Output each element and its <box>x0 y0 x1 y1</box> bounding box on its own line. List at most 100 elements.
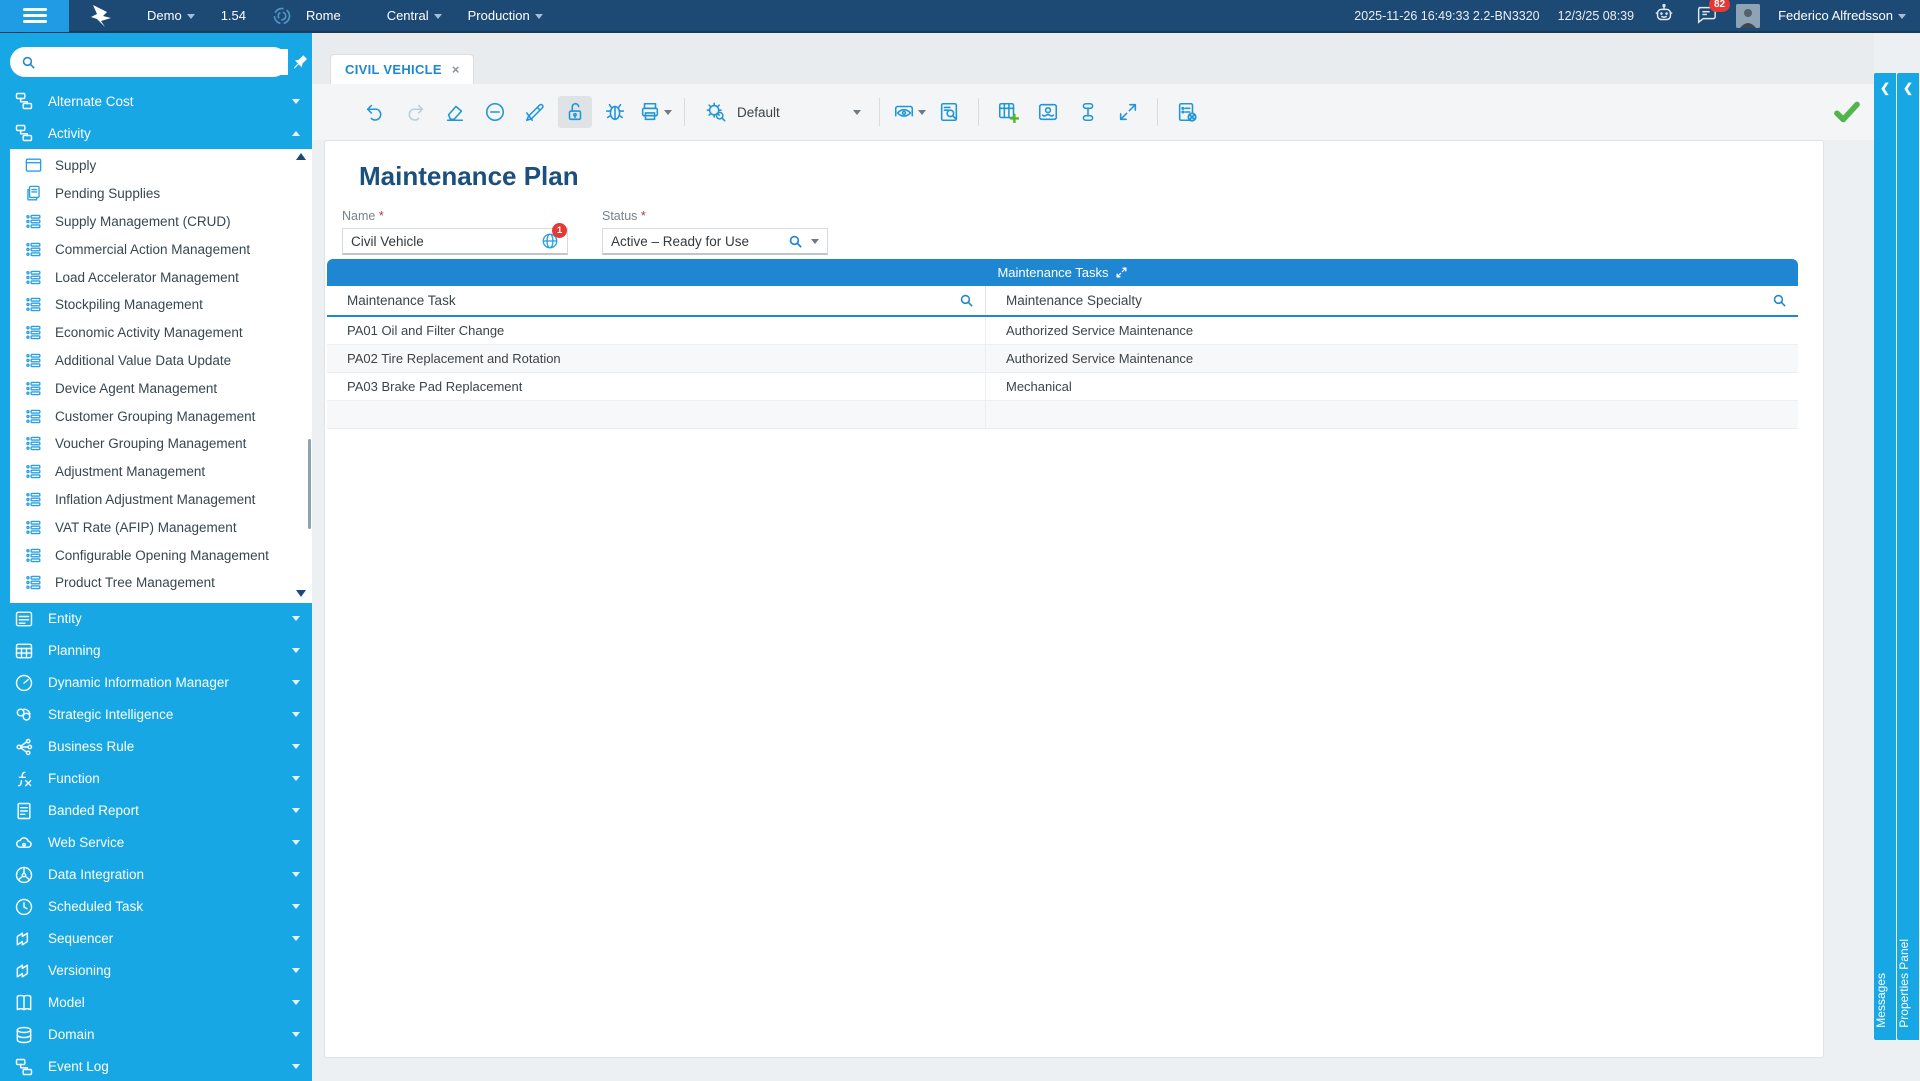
submenu-item-adjustment-management[interactable]: Adjustment Management <box>10 458 312 486</box>
submenu-item-load-accelerator-management[interactable]: Load Accelerator Management <box>10 263 312 291</box>
submenu-item-configurable-opening-management[interactable]: Configurable Opening Management <box>10 541 312 569</box>
server-selector[interactable]: Central <box>387 8 442 23</box>
sidebar-group-activity[interactable]: Activity <box>0 117 312 149</box>
fx-icon <box>14 769 34 789</box>
scroll-up-icon[interactable] <box>296 153 306 160</box>
fullscreen-button[interactable] <box>1111 96 1145 128</box>
submenu-item-stockpiling-management[interactable]: Stockpiling Management <box>10 291 312 319</box>
search-icon[interactable] <box>1771 292 1788 309</box>
unlock-button[interactable] <box>558 96 592 128</box>
undo-button[interactable] <box>358 96 392 128</box>
sidebar-group-banded-report[interactable]: Banded Report <box>0 795 312 827</box>
crud-grid-icon <box>24 351 43 370</box>
sidebar-search-input[interactable] <box>10 47 288 77</box>
submenu-item-device-agent-management[interactable]: Device Agent Management <box>10 374 312 402</box>
status-field[interactable]: Active – Ready for Use <box>602 228 828 255</box>
submenu-item-supply[interactable]: Supply <box>10 152 312 180</box>
inspect-form-button[interactable] <box>932 96 966 128</box>
submenu-item-customer-grouping-management[interactable]: Customer Grouping Management <box>10 402 312 430</box>
sidebar-group-entity[interactable]: Entity <box>0 603 312 635</box>
grid-cell[interactable]: PA03 Brake Pad Replacement <box>327 373 985 400</box>
grid-cell[interactable]: Authorized Service Maintenance <box>985 317 1798 344</box>
grid-cell[interactable]: PA01 Oil and Filter Change <box>327 317 985 344</box>
submenu-item-vat-rate-afip-management[interactable]: VAT Rate (AFIP) Management <box>10 513 312 541</box>
globe-icon[interactable]: 1 <box>541 232 559 250</box>
submenu-item-supply-management-crud-[interactable]: Supply Management (CRUD) <box>10 208 312 236</box>
grid-cell[interactable]: Authorized Service Maintenance <box>985 345 1798 372</box>
sidebar-group-dynamic-information-manager[interactable]: Dynamic Information Manager <box>0 667 312 699</box>
sidebar-search-field[interactable] <box>43 49 288 75</box>
grid-row[interactable]: PA01 Oil and Filter ChangeAuthorized Ser… <box>327 317 1798 345</box>
crud-grid-icon <box>24 573 43 592</box>
hamburger-menu-button[interactable] <box>0 0 69 32</box>
submenu-item-inflation-adjustment-management[interactable]: Inflation Adjustment Management <box>10 486 312 514</box>
validate-check-icon[interactable] <box>1832 97 1862 127</box>
chevron-down-icon <box>292 936 300 941</box>
redo-button[interactable] <box>398 96 432 128</box>
name-field[interactable]: Civil Vehicle 1 <box>342 228 568 255</box>
dock-panel-messages[interactable]: ❮Messages <box>1874 73 1896 1040</box>
grid-cell[interactable]: PA02 Tire Replacement and Rotation <box>327 345 985 372</box>
sidebar-group-domain[interactable]: Domain <box>0 1019 312 1051</box>
sidebar-group-business-rule[interactable]: Business Rule <box>0 731 312 763</box>
submenu-item-label: Voucher Grouping Management <box>55 436 246 451</box>
submenu-item-voucher-grouping-management[interactable]: Voucher Grouping Management <box>10 430 312 458</box>
sidebar-group-label: Business Rule <box>48 739 134 754</box>
grid-row[interactable]: PA03 Brake Pad ReplacementMechanical <box>327 373 1798 401</box>
sidebar-group-event-log[interactable]: Event Log <box>0 1051 312 1081</box>
print-button[interactable] <box>638 96 672 128</box>
sidebar-group-strategic-intelligence[interactable]: Strategic Intelligence <box>0 699 312 731</box>
sidebar-group-model[interactable]: Model <box>0 987 312 1019</box>
hierarchy-button[interactable] <box>1071 96 1105 128</box>
grid-cell[interactable]: Mechanical <box>985 373 1798 400</box>
clear-list-button[interactable] <box>1170 96 1204 128</box>
undo-icon <box>364 101 386 123</box>
robot-assistant-button[interactable] <box>1652 3 1676 28</box>
grid-column-header-maintenance-specialty[interactable]: Maintenance Specialty <box>985 286 1798 315</box>
tab-civil-vehicle[interactable]: CIVIL VEHICLE × <box>330 54 474 84</box>
submenu-item-commercial-action-management[interactable]: Commercial Action Management <box>10 235 312 263</box>
dock-panel-properties-panel[interactable]: ❮Properties Panel <box>1897 73 1919 1040</box>
debug-button[interactable] <box>598 96 632 128</box>
user-menu[interactable]: Federico Alfredsson <box>1778 8 1906 23</box>
remove-button[interactable] <box>478 96 512 128</box>
sidebar-group-function[interactable]: Function <box>0 763 312 795</box>
chevron-down-icon[interactable] <box>811 239 819 244</box>
grid-row[interactable] <box>327 401 1798 429</box>
snapshot-button[interactable] <box>1031 96 1065 128</box>
search-icon[interactable] <box>958 292 975 309</box>
sidebar-group-scheduled-task[interactable]: Scheduled Task <box>0 891 312 923</box>
grid-column-header-maintenance-task[interactable]: Maintenance Task <box>327 286 985 315</box>
grid-row[interactable]: PA02 Tire Replacement and RotationAuthor… <box>327 345 1798 373</box>
submenu-scrollbar[interactable] <box>308 439 311 529</box>
sidebar-group-planning[interactable]: Planning <box>0 635 312 667</box>
search-icon[interactable] <box>787 233 804 250</box>
avatar[interactable] <box>1736 4 1760 28</box>
ring-icon[interactable] <box>272 6 292 26</box>
scroll-down-icon[interactable] <box>296 590 306 597</box>
sidebar-group-web-service[interactable]: Web Service <box>0 827 312 859</box>
grid-cell[interactable] <box>327 401 985 428</box>
preview-button[interactable] <box>892 96 926 128</box>
submenu-item-pending-supplies[interactable]: Pending Supplies <box>10 180 312 208</box>
erase-button[interactable] <box>438 96 472 128</box>
mode-selector[interactable]: Production <box>468 8 543 23</box>
environment-selector[interactable]: Demo <box>147 8 195 23</box>
sidebar-group-data-integration[interactable]: Data Integration <box>0 859 312 891</box>
add-grid-button[interactable] <box>991 96 1025 128</box>
expand-grid-icon[interactable] <box>1115 266 1128 279</box>
submenu-item-additional-value-data-update[interactable]: Additional Value Data Update <box>10 347 312 375</box>
pin-icon[interactable] <box>292 53 310 71</box>
submenu-item-economic-activity-management[interactable]: Economic Activity Management <box>10 319 312 347</box>
sidebar-group-sequencer[interactable]: Sequencer <box>0 923 312 955</box>
grid-cell[interactable] <box>985 401 1798 428</box>
submenu-item-product-tree-management[interactable]: Product Tree Management <box>10 569 312 597</box>
design-button[interactable] <box>518 96 552 128</box>
gauge-icon <box>14 673 34 693</box>
sidebar-group-alternate-cost[interactable]: Alternate Cost <box>0 85 312 117</box>
sidebar-group-label: Domain <box>48 1027 95 1042</box>
sidebar-group-versioning[interactable]: Versioning <box>0 955 312 987</box>
tab-close-icon[interactable]: × <box>452 62 460 77</box>
messages-button[interactable]: 82 <box>1694 3 1718 28</box>
view-selector-dropdown[interactable]: Default <box>697 92 867 132</box>
